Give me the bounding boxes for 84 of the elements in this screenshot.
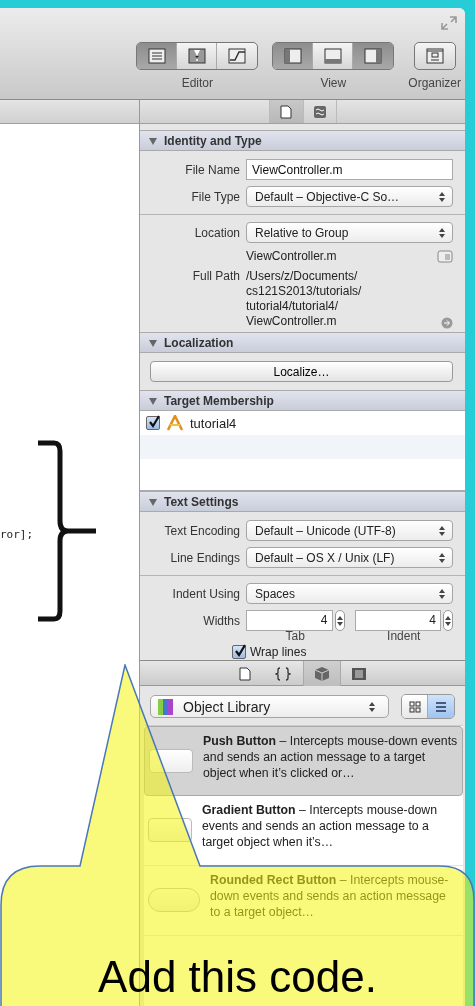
library-item[interactable]: Gradient Button – Intercepts mouse-down events and sends an action message to a target object when it’s… bbox=[144, 796, 463, 866]
toolbar-button[interactable] bbox=[273, 43, 314, 69]
film-icon bbox=[351, 666, 367, 681]
dropdown[interactable]: Spaces bbox=[246, 583, 453, 604]
inspector-tab[interactable] bbox=[268, 100, 303, 123]
field-label: Indent Using bbox=[171, 586, 240, 601]
bottom-panel-icon bbox=[323, 48, 342, 64]
section-header[interactable]: Localization bbox=[140, 332, 465, 353]
left-panel-icon bbox=[283, 48, 302, 64]
library-item[interactable]: Push Button – Intercepts mouse-down events and sends an action message to a target object when it’s clicked or… bbox=[144, 726, 463, 796]
right-panel-icon bbox=[364, 48, 383, 64]
full-path-text: /Users/z/Documents/cs121S2013/tutorials/tutorial4/tutorial4/ViewController.m bbox=[246, 269, 363, 329]
braces-icon bbox=[275, 666, 291, 681]
localize-button[interactable]: Localize… bbox=[150, 361, 453, 382]
section-title: Localization bbox=[164, 335, 234, 350]
library-item-text: Push Button – Intercepts mouse-down events and sends an action message to a target object when it’s clicked or… bbox=[203, 733, 458, 781]
curve-icon bbox=[228, 48, 247, 64]
view-mode-button[interactable] bbox=[428, 695, 454, 718]
stepper[interactable] bbox=[443, 610, 453, 631]
dropdown[interactable]: Default – Objective-C So… bbox=[246, 186, 453, 207]
section-header[interactable]: Identity and Type bbox=[140, 130, 465, 151]
list-icon bbox=[435, 700, 447, 713]
app-icon bbox=[166, 415, 184, 431]
arrow-circle-icon bbox=[441, 317, 453, 329]
toolbar-group-label: Editor bbox=[181, 76, 213, 90]
folder-icon bbox=[437, 249, 453, 263]
up-down-arrows-icon bbox=[438, 524, 446, 537]
document-icon bbox=[239, 666, 251, 681]
lines-icon bbox=[147, 48, 166, 64]
wave-lines-icon bbox=[312, 104, 327, 119]
field-label: Location bbox=[193, 225, 240, 240]
section-title: Text Settings bbox=[164, 494, 239, 509]
up-down-arrows-icon bbox=[335, 614, 344, 627]
up-down-arrows-icon bbox=[368, 700, 376, 713]
library-dropdown[interactable]: Object Library bbox=[150, 695, 389, 718]
field-caption: Tab bbox=[284, 629, 306, 643]
section-title: Identity and Type bbox=[164, 133, 262, 148]
target-name: tutorial4 bbox=[190, 415, 237, 431]
library-item-text: Gradient Button – Intercepts mouse-down events and sends an action message to a target object when it’s… bbox=[202, 802, 439, 850]
up-down-arrows-icon bbox=[444, 614, 452, 627]
toolbar-button[interactable] bbox=[353, 43, 394, 69]
document-icon bbox=[280, 104, 292, 119]
checkbox-label: Wrap lines bbox=[250, 645, 307, 659]
button-preview bbox=[149, 749, 193, 773]
file-name-field[interactable]: ViewController.m bbox=[246, 159, 453, 180]
checkbox[interactable] bbox=[146, 416, 160, 430]
file-name-text: ViewController.m bbox=[246, 249, 337, 263]
view-mode-button[interactable] bbox=[402, 695, 428, 718]
section-header[interactable]: Text Settings bbox=[140, 491, 465, 512]
field-label: Full Path bbox=[191, 269, 240, 283]
code-line: ror]; bbox=[0, 528, 35, 541]
toolbar-group-label: Organizer bbox=[408, 76, 461, 90]
dropdown[interactable]: Default – Unicode (UTF-8) bbox=[246, 520, 453, 541]
field-label: File Name bbox=[184, 162, 240, 177]
dropdown[interactable]: Default – OS X / Unix (LF) bbox=[246, 547, 453, 568]
window-icon bbox=[425, 48, 444, 64]
up-down-arrows-icon bbox=[438, 551, 446, 564]
button-preview bbox=[148, 818, 192, 842]
field-caption: Indent bbox=[386, 629, 422, 643]
field-label: File Type bbox=[190, 189, 240, 204]
inspector-tab[interactable] bbox=[302, 100, 337, 123]
grid-icon bbox=[408, 700, 421, 713]
field-label: Line Endings bbox=[169, 550, 240, 565]
section-header[interactable]: Target Membership bbox=[140, 390, 465, 411]
expand-arrows-icon bbox=[441, 16, 457, 30]
dropdown[interactable]: Relative to Group bbox=[246, 222, 453, 243]
section-title: Target Membership bbox=[164, 393, 274, 408]
tuxedo-icon bbox=[187, 48, 206, 64]
up-down-arrows-icon bbox=[438, 226, 446, 239]
up-down-arrows-icon bbox=[438, 587, 446, 600]
indent-width-field[interactable]: 4 bbox=[354, 610, 441, 631]
button-preview bbox=[148, 888, 200, 912]
checkbox[interactable] bbox=[232, 645, 246, 659]
field-label: Text Encoding bbox=[163, 523, 240, 538]
cube-icon bbox=[313, 665, 330, 682]
library-item-text: Rounded Rect Button – Intercepts mouse-down events and sends an action message to a target object… bbox=[210, 872, 450, 920]
callout-text: Add this code. bbox=[97, 952, 378, 1002]
up-down-arrows-icon bbox=[438, 190, 446, 203]
library-tab[interactable] bbox=[302, 661, 341, 686]
tab-width-field[interactable]: 4 bbox=[246, 610, 333, 631]
field-label: Widths bbox=[202, 613, 240, 628]
stepper[interactable] bbox=[334, 610, 345, 631]
toolbar-button[interactable] bbox=[137, 43, 178, 69]
toolbar-group-label: View bbox=[320, 76, 347, 90]
